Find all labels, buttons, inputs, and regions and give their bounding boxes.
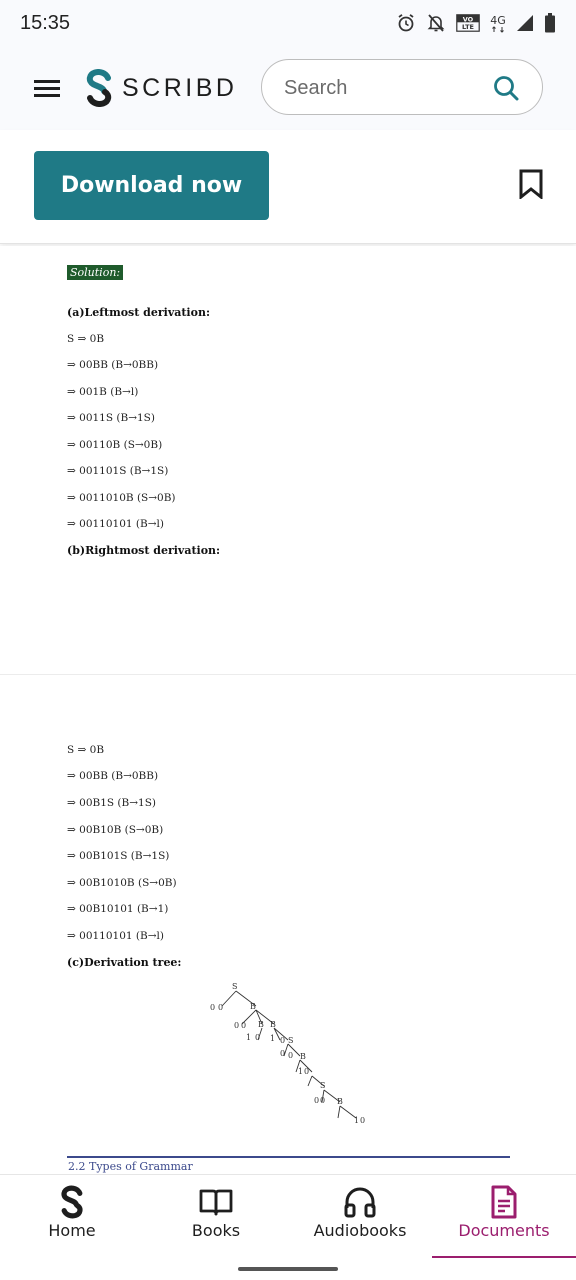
svg-text:1: 1 — [354, 1116, 359, 1125]
svg-text:0: 0 — [280, 1036, 285, 1045]
document-actions-bar: Download now — [0, 130, 576, 244]
scribd-logo-icon — [86, 69, 112, 107]
bottom-navigation: Home Books Audiobooks Documents — [0, 1174, 576, 1260]
nav-documents-label: Documents — [458, 1221, 550, 1240]
svg-text:0: 0 — [320, 1096, 325, 1105]
derivation-step: ⇒ 00BB (B→0BB) — [67, 770, 159, 782]
derivation-step: ⇒ 0011S (B→1S) — [67, 412, 155, 424]
derivation-step: S ⇒ 0B — [67, 744, 105, 756]
derivation-tree-figure: S 00 B 00 BB 10 10 S 00 B 10 S 00 B 10 — [210, 982, 365, 1125]
nav-audiobooks[interactable]: Audiobooks — [288, 1175, 432, 1261]
svg-text:LTE: LTE — [462, 23, 474, 31]
derivation-step: ⇒ 00B1S (B→1S) — [67, 797, 157, 809]
status-bar: 15:35 VO LTE 4G — [0, 0, 576, 46]
svg-text:0: 0 — [304, 1067, 309, 1076]
derivation-step: ⇒ 00110101 (B→l) — [67, 930, 164, 942]
svg-text:B: B — [337, 1097, 343, 1106]
page-divider — [0, 674, 576, 675]
headphones-icon — [344, 1187, 376, 1218]
bookmark-icon[interactable] — [519, 169, 543, 199]
scribd-home-icon — [61, 1185, 83, 1219]
svg-text:1: 1 — [246, 1033, 251, 1042]
svg-text:S: S — [288, 1036, 293, 1045]
rightmost-derivation-heading: (b)Rightmost derivation: — [67, 544, 221, 557]
nav-audiobooks-label: Audiobooks — [313, 1221, 407, 1240]
derivation-step: S ⇒ 0B — [67, 333, 105, 345]
svg-text:0: 0 — [360, 1116, 365, 1125]
svg-text:0: 0 — [210, 1003, 215, 1012]
search-icon[interactable] — [492, 74, 520, 102]
svg-text:0: 0 — [255, 1033, 260, 1042]
derivation-step: ⇒ 00B1010B (S→0B) — [67, 877, 177, 889]
derivation-step: ⇒ 001101S (B→1S) — [67, 465, 169, 477]
svg-text:S: S — [320, 1081, 325, 1090]
search-input[interactable] — [284, 74, 484, 102]
gesture-home-indicator[interactable] — [238, 1267, 338, 1271]
derivation-step: ⇒ 00BB (B→0BB) — [67, 359, 159, 371]
svg-text:0: 0 — [234, 1021, 239, 1030]
notifications-off-icon — [427, 14, 445, 32]
nav-active-indicator — [432, 1256, 576, 1258]
nav-documents[interactable]: Documents — [432, 1175, 576, 1261]
derivation-tree-heading: (c)Derivation tree: — [67, 956, 182, 969]
status-time: 15:35 — [20, 12, 71, 34]
derivation-step: ⇒ 00B10101 (B→1) — [67, 903, 169, 915]
derivation-step: ⇒ 00110101 (B→l) — [67, 518, 164, 530]
battery-icon — [545, 13, 555, 33]
svg-text:S: S — [232, 982, 237, 991]
svg-text:1: 1 — [270, 1034, 275, 1043]
search-bar[interactable] — [261, 59, 543, 115]
signal-icon — [517, 15, 533, 31]
page-footer-rule — [67, 1156, 510, 1158]
brand-name: SCRIBD — [122, 73, 238, 102]
download-now-button[interactable]: Download now — [34, 151, 269, 220]
derivation-step: ⇒ 001B (B→l) — [67, 386, 139, 398]
svg-text:0: 0 — [241, 1021, 246, 1030]
document-icon — [491, 1185, 517, 1219]
nav-books[interactable]: Books — [144, 1175, 288, 1261]
svg-text:B: B — [258, 1020, 264, 1029]
svg-text:0: 0 — [218, 1003, 223, 1012]
solution-label: Solution: — [67, 265, 124, 280]
alarm-icon — [398, 14, 414, 32]
status-icons: VO LTE 4G — [396, 12, 556, 34]
nav-home[interactable]: Home — [0, 1175, 144, 1261]
app-header: SCRIBD — [0, 46, 576, 130]
derivation-step: ⇒ 00B101S (B→1S) — [67, 850, 170, 862]
scribd-logo[interactable]: SCRIBD — [84, 68, 237, 108]
svg-text:4G: 4G — [490, 14, 506, 27]
derivation-step: ⇒ 00B10B (S→0B) — [67, 824, 164, 836]
svg-text:0: 0 — [288, 1051, 293, 1060]
nav-home-label: Home — [48, 1221, 96, 1240]
derivation-step: ⇒ 0011010B (S→0B) — [67, 492, 176, 504]
4g-icon: 4G — [490, 14, 506, 33]
svg-text:B: B — [300, 1052, 306, 1061]
page-footer-text: 2.2 Types of Grammar — [68, 1160, 193, 1173]
nav-books-label: Books — [191, 1221, 241, 1240]
hamburger-menu-button[interactable] — [32, 76, 62, 100]
svg-text:1: 1 — [298, 1067, 303, 1076]
svg-text:B: B — [250, 1002, 256, 1011]
book-icon — [199, 1189, 233, 1216]
volte-icon: VO LTE — [456, 14, 480, 32]
document-viewer[interactable]: Solution: (a)Leftmost derivation: S ⇒ 0B… — [0, 246, 576, 1174]
leftmost-derivation-heading: (a)Leftmost derivation: — [67, 306, 210, 319]
svg-text:0: 0 — [314, 1096, 319, 1105]
svg-text:0: 0 — [280, 1049, 285, 1058]
svg-text:B: B — [270, 1020, 276, 1029]
derivation-step: ⇒ 00110B (S→0B) — [67, 439, 163, 451]
menu-icon — [34, 80, 60, 97]
